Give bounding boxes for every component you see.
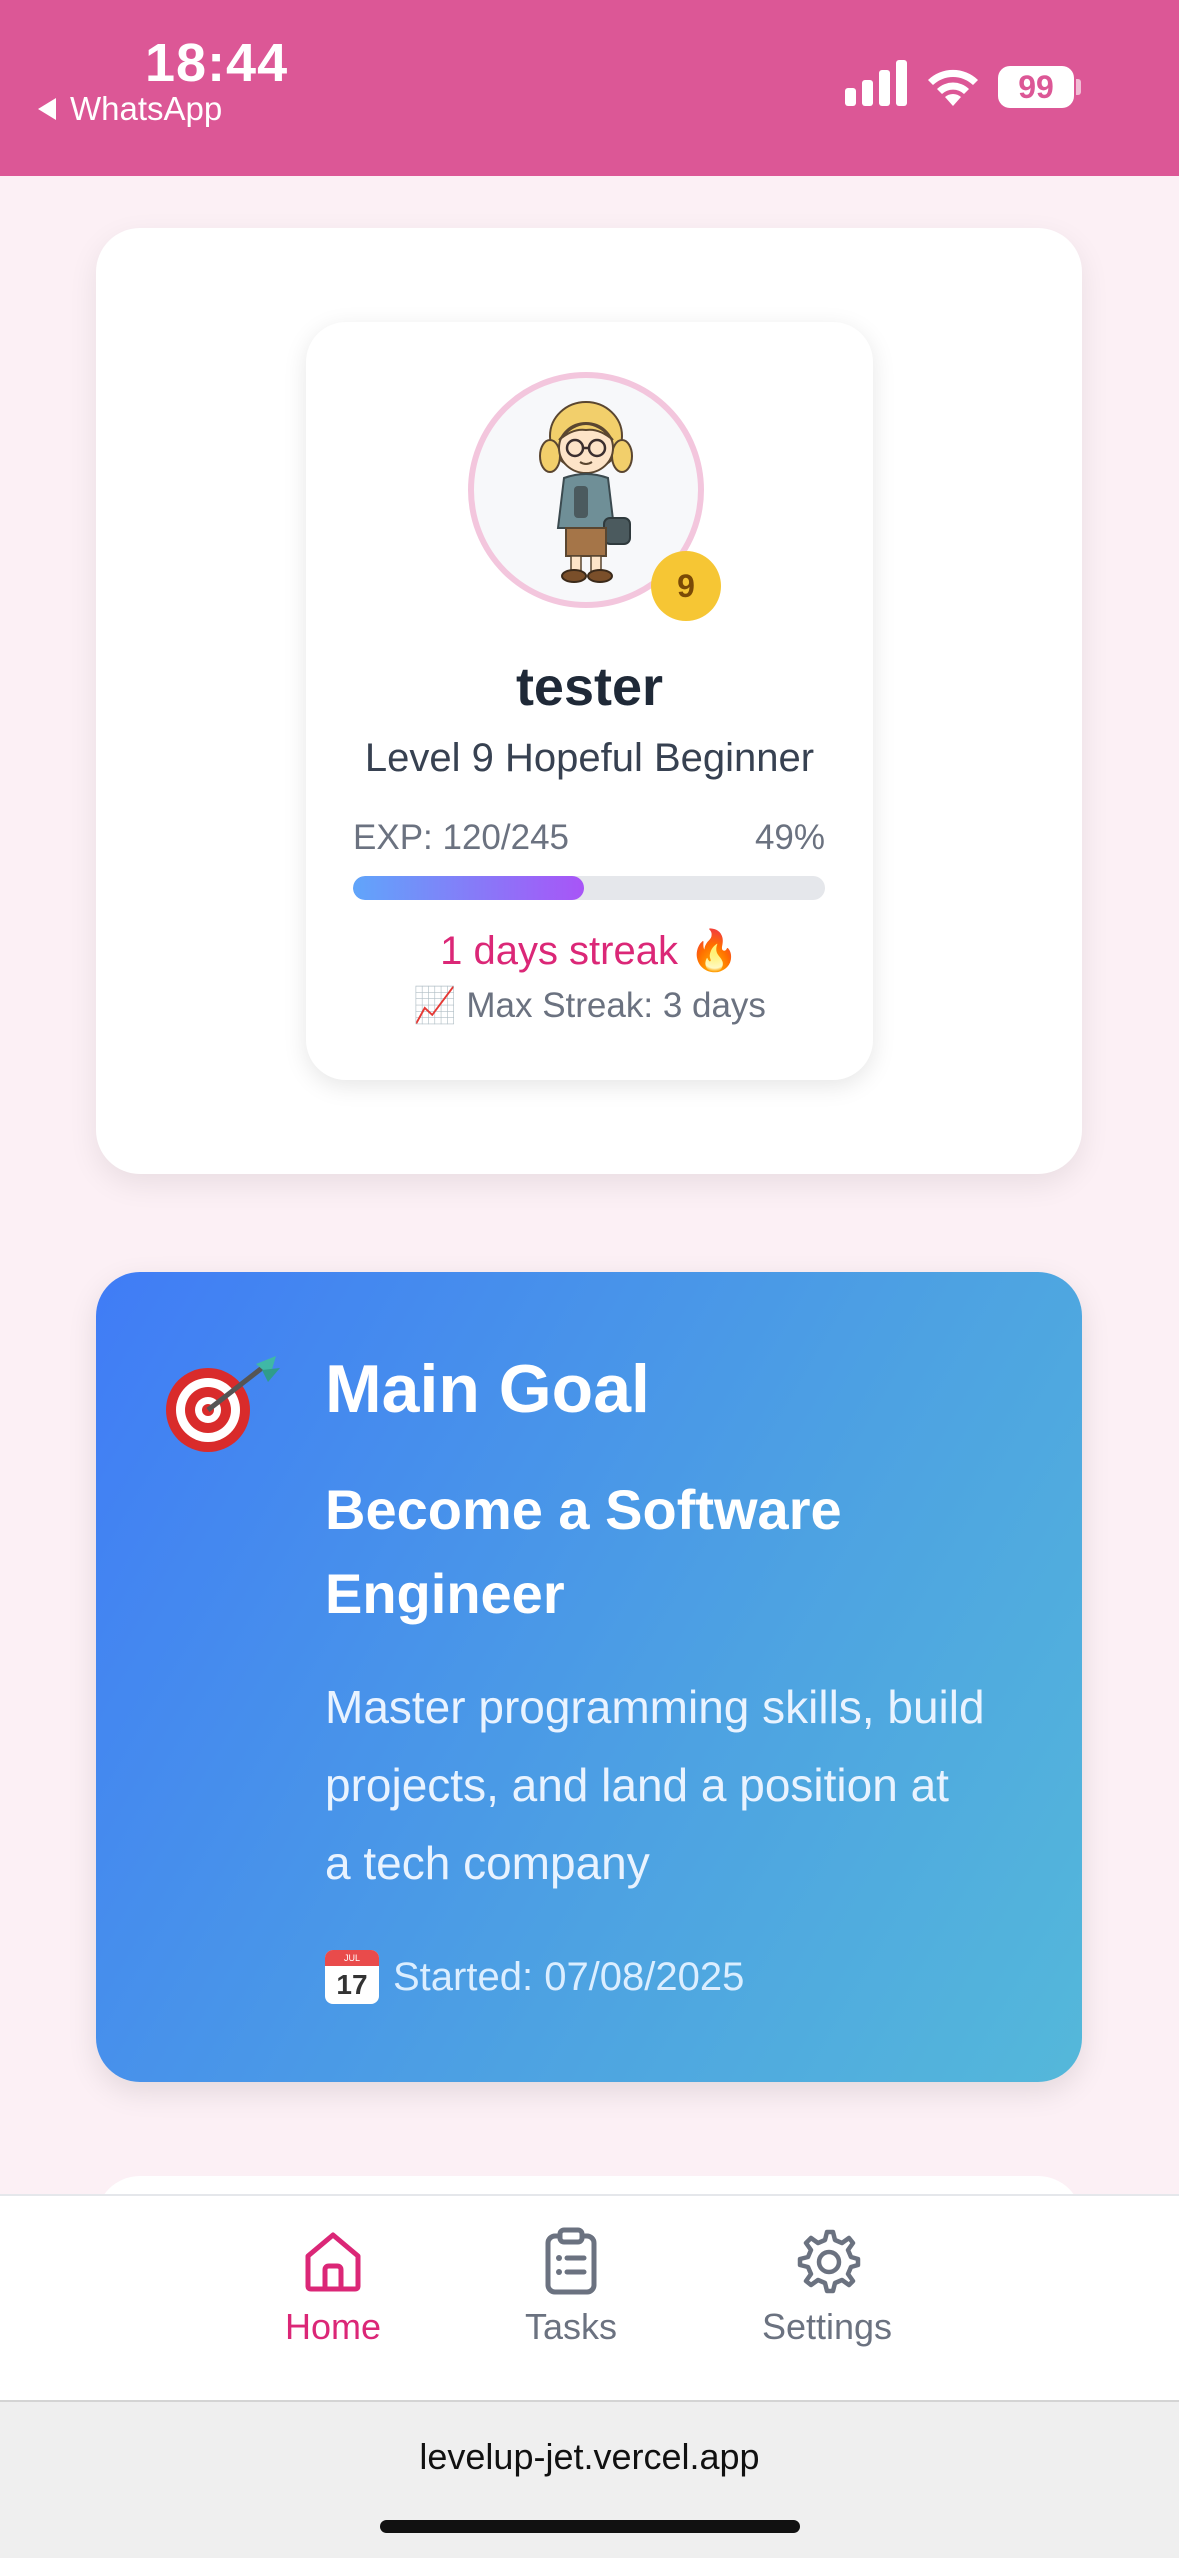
nav-home-label: Home	[284, 2306, 382, 2347]
nav-settings-label: Settings	[761, 2306, 893, 2347]
home-icon	[305, 2232, 361, 2292]
url-text[interactable]: levelup-jet.vercel.app	[0, 2436, 1179, 2478]
level-badge: 9	[651, 551, 721, 621]
gear-icon	[797, 2229, 861, 2294]
goal-started: JUL 17 Started: 07/08/2025	[325, 1950, 744, 2004]
exp-label: EXP: 120/245	[353, 818, 569, 857]
streak-text: 1 days streak 🔥	[440, 929, 739, 973]
nav-settings[interactable]: Settings	[717, 2226, 937, 2348]
exp-percent: 49%	[754, 818, 825, 857]
goal-heading: Main Goal	[325, 1351, 650, 1427]
nav-tasks[interactable]: Tasks	[461, 2226, 681, 2348]
status-time: 18:44	[145, 33, 289, 93]
goal-started-label: Started: 07/08/2025	[393, 1954, 745, 1999]
goal-description: Master programming skills, build project…	[325, 1681, 985, 1889]
bullseye-dart-icon	[166, 1356, 280, 1452]
nav-tasks-label: Tasks	[524, 2306, 618, 2347]
goal-title: Become a Software Engineer	[325, 1478, 842, 1625]
back-triangle-icon	[38, 98, 56, 120]
level-title: Level 9 Hopeful Beginner	[364, 736, 815, 780]
back-app-label: WhatsApp	[70, 90, 223, 127]
home-indicator[interactable]	[380, 2520, 800, 2533]
wifi-icon	[928, 69, 978, 106]
exp-progress-bar	[353, 876, 825, 900]
cellular-signal-icon	[845, 60, 907, 106]
battery-indicator: 99	[998, 66, 1074, 108]
exp-progress-fill	[353, 876, 585, 900]
battery-tip	[1076, 79, 1081, 95]
username: tester	[515, 657, 664, 717]
nav-home[interactable]: Home	[223, 2226, 443, 2348]
max-streak-text: 📈 Max Streak: 3 days	[413, 986, 766, 1025]
clipboard-list-icon	[545, 2227, 597, 2295]
back-to-app-button[interactable]: WhatsApp	[38, 90, 222, 128]
calendar-icon: JUL 17	[325, 1950, 379, 2004]
browser-url-bar[interactable]	[0, 2400, 1179, 2558]
